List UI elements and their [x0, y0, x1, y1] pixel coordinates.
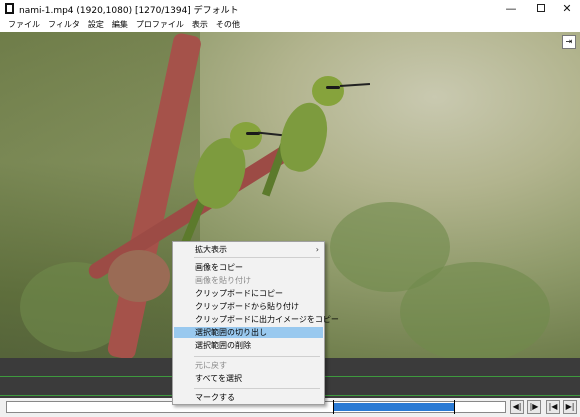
- minimize-button[interactable]: —: [496, 0, 526, 18]
- bird-head: [230, 122, 262, 150]
- step-forward-button[interactable]: |▶: [527, 400, 541, 414]
- bird-body: [273, 97, 335, 177]
- maximize-icon: [537, 4, 545, 12]
- step-back-icon: ◀|: [512, 402, 522, 411]
- go-start-icon: |◀: [548, 402, 558, 411]
- menu-settings[interactable]: 設定: [84, 18, 108, 32]
- menu-filter[interactable]: フィルタ: [44, 18, 84, 32]
- menu-file[interactable]: ファイル: [4, 18, 44, 32]
- menu-item-zoom[interactable]: 拡大表示 ›: [174, 244, 323, 255]
- bird-eye: [326, 86, 340, 89]
- menu-bar: ファイル フィルタ 設定 編集 プロファイル 表示 その他: [0, 18, 580, 32]
- menu-item-copy-image[interactable]: 画像をコピー: [174, 262, 323, 273]
- menu-item-cut-selection[interactable]: 選択範囲の切り出し: [174, 327, 323, 338]
- menu-item-undo[interactable]: 元に戻す: [174, 360, 323, 371]
- menu-separator: [194, 356, 320, 357]
- menu-item-label: 拡大表示: [195, 245, 227, 254]
- selection-start-marker[interactable]: [332, 400, 334, 414]
- go-end-button[interactable]: ▶|: [563, 400, 577, 414]
- menu-separator: [194, 257, 320, 258]
- menu-view[interactable]: 表示: [188, 18, 212, 32]
- menu-item-mark[interactable]: マークする: [174, 392, 323, 403]
- menu-item-delete-selection[interactable]: 選択範囲の削除: [174, 340, 323, 351]
- bird-beak: [339, 82, 371, 88]
- chevron-right-icon: ›: [315, 245, 319, 254]
- menu-item-select-all[interactable]: すべてを選択: [174, 373, 323, 384]
- go-end-icon: ▶|: [565, 402, 575, 411]
- expand-button[interactable]: ⇥: [562, 35, 576, 49]
- bird-head: [312, 76, 344, 106]
- menu-other[interactable]: その他: [212, 18, 244, 32]
- step-back-button[interactable]: ◀|: [510, 400, 524, 414]
- title-bar: nami-1.mp4 (1920,1080) [1270/1394] デフォルト…: [0, 0, 580, 18]
- menu-item-copy-output-image[interactable]: クリップボードに出力イメージをコピー: [174, 314, 339, 325]
- window-title: nami-1.mp4 (1920,1080) [1270/1394] デフォルト: [19, 6, 239, 16]
- menu-item-paste-clipboard[interactable]: クリップボードから貼り付け: [174, 301, 323, 312]
- go-start-button[interactable]: |◀: [546, 400, 560, 414]
- menu-separator: [194, 388, 320, 389]
- menu-item-copy-clipboard[interactable]: クリップボードにコピー: [174, 288, 323, 299]
- selection-range: [332, 403, 455, 411]
- foliage-shape: [400, 262, 550, 358]
- menu-edit[interactable]: 編集: [108, 18, 132, 32]
- context-menu: 拡大表示 › 画像をコピー 画像を貼り付け クリップボードにコピー クリップボー…: [172, 241, 339, 405]
- selection-end-marker[interactable]: [454, 400, 456, 414]
- close-button[interactable]: ✕: [552, 0, 580, 18]
- rope-knot: [108, 250, 170, 302]
- app-icon: [5, 3, 14, 14]
- step-forward-icon: |▶: [529, 402, 539, 411]
- menu-profile[interactable]: プロファイル: [132, 18, 188, 32]
- menu-item-paste-image[interactable]: 画像を貼り付け: [174, 275, 323, 286]
